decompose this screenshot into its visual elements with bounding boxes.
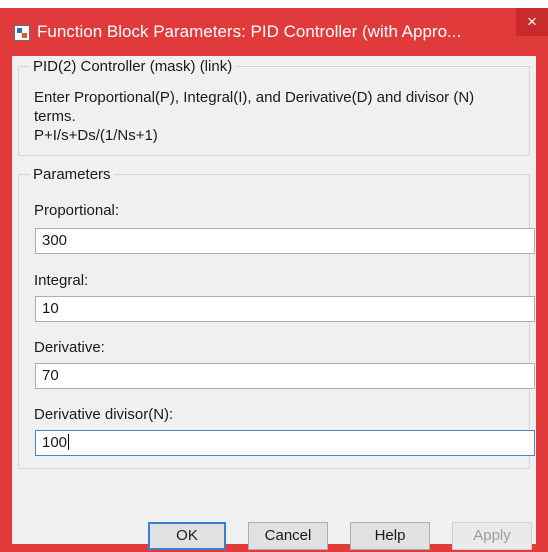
- description-line-1: Enter Proportional(P), Integral(I), and …: [34, 89, 475, 106]
- formula-text: P+I/s+Ds/(1/Ns+1): [34, 127, 158, 144]
- integral-label: Integral:: [34, 272, 89, 289]
- text-cursor: [68, 434, 70, 450]
- description-line-2: terms.: [34, 108, 76, 125]
- apply-button[interactable]: Apply: [452, 522, 532, 550]
- dialog-content: PID(2) Controller (mask) (link) Enter Pr…: [12, 56, 536, 550]
- derivative-input[interactable]: 70: [35, 363, 535, 389]
- cancel-button[interactable]: Cancel: [248, 522, 328, 550]
- title-bar-top-strip: [0, 0, 548, 8]
- derivative-divisor-value: 100: [42, 434, 68, 451]
- simulink-block-icon: [14, 25, 30, 41]
- proportional-label: Proportional:: [34, 202, 120, 219]
- derivative-label: Derivative:: [34, 339, 105, 356]
- block-description-legend: PID(2) Controller (mask) (link): [30, 58, 236, 75]
- ok-button[interactable]: OK: [148, 522, 226, 550]
- help-button[interactable]: Help: [350, 522, 430, 550]
- derivative-divisor-input[interactable]: 100: [35, 430, 535, 456]
- window-title: Function Block Parameters: PID Controlle…: [37, 22, 462, 41]
- parameters-legend: Parameters: [30, 166, 114, 183]
- close-icon: ×: [527, 12, 537, 31]
- title-bar[interactable]: Function Block Parameters: PID Controlle…: [0, 0, 548, 56]
- derivative-divisor-label: Derivative divisor(N):: [34, 406, 174, 423]
- proportional-input[interactable]: 300: [35, 228, 535, 254]
- close-button[interactable]: ×: [516, 8, 548, 36]
- integral-input[interactable]: 10: [35, 296, 535, 322]
